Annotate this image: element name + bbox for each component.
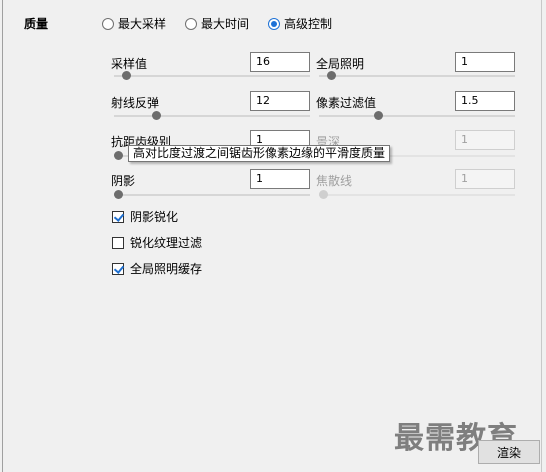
radio-max-time[interactable]: 最大时间 bbox=[185, 15, 249, 32]
slider-thumb bbox=[319, 190, 328, 199]
slider-track bbox=[114, 194, 310, 196]
checkbox-shadow-sharpen[interactable]: 阴影锐化 bbox=[112, 208, 178, 225]
global-illumination-input[interactable]: 1 bbox=[455, 52, 515, 72]
slider-track bbox=[114, 75, 310, 77]
pixel-filter-label: 像素过滤值 bbox=[316, 96, 377, 110]
ray-bounce-slider[interactable] bbox=[114, 111, 310, 121]
global-illumination-label: 全局照明 bbox=[316, 57, 365, 71]
checkbox-box[interactable] bbox=[112, 262, 124, 275]
radio-circle bbox=[268, 17, 280, 30]
checkbox-box[interactable] bbox=[112, 236, 124, 249]
checkbox-label: 全局照明缓存 bbox=[130, 262, 203, 276]
radio-label: 高级控制 bbox=[284, 17, 333, 31]
caustics-label: 焦散线 bbox=[316, 174, 353, 188]
checkbox-sharpen-texture-filter[interactable]: 锐化纹理过滤 bbox=[112, 234, 202, 251]
slider-track bbox=[319, 194, 515, 196]
slider-track bbox=[319, 75, 515, 77]
left-border bbox=[2, 0, 3, 472]
render-button[interactable]: 渲染 bbox=[478, 440, 540, 464]
caustics-slider bbox=[319, 190, 515, 200]
radio-max-samples[interactable]: 最大采样 bbox=[102, 15, 166, 32]
radio-label: 最大时间 bbox=[201, 17, 250, 31]
pixel-filter-slider[interactable] bbox=[319, 111, 515, 121]
radio-circle bbox=[185, 17, 197, 30]
ray-bounce-label: 射线反弹 bbox=[111, 96, 160, 110]
slider-thumb[interactable] bbox=[122, 71, 131, 80]
antialias-tooltip: 高对比度过渡之间锯齿形像素边缘的平滑度质量 bbox=[128, 145, 391, 162]
global-illumination-slider[interactable] bbox=[319, 71, 515, 81]
radio-advanced-control[interactable]: 高级控制 bbox=[268, 15, 332, 32]
slider-thumb[interactable] bbox=[374, 111, 383, 120]
pixel-filter-input[interactable]: 1.5 bbox=[455, 91, 515, 111]
slider-track bbox=[114, 115, 310, 117]
shadow-slider[interactable] bbox=[114, 190, 310, 200]
ray-bounce-input[interactable]: 12 bbox=[250, 91, 310, 111]
sampling-slider[interactable] bbox=[114, 71, 310, 81]
shadow-label: 阴影 bbox=[111, 174, 136, 188]
depth-of-field-input: 1 bbox=[455, 130, 515, 150]
radio-circle bbox=[102, 17, 114, 30]
slider-track bbox=[319, 115, 515, 117]
checkbox-label: 阴影锐化 bbox=[130, 210, 179, 224]
slider-thumb[interactable] bbox=[152, 111, 161, 120]
right-border bbox=[541, 0, 542, 472]
checkbox-box[interactable] bbox=[112, 210, 124, 223]
checkbox-label: 锐化纹理过滤 bbox=[130, 236, 203, 250]
slider-thumb[interactable] bbox=[114, 190, 123, 199]
quality-label: 质量 bbox=[24, 17, 49, 31]
sampling-label: 采样值 bbox=[111, 57, 148, 71]
caustics-input: 1 bbox=[455, 169, 515, 189]
checkbox-gi-cache[interactable]: 全局照明缓存 bbox=[112, 260, 202, 277]
sampling-input[interactable]: 16 bbox=[250, 52, 310, 72]
slider-thumb[interactable] bbox=[327, 71, 336, 80]
shadow-input[interactable]: 1 bbox=[250, 169, 310, 189]
slider-thumb[interactable] bbox=[114, 151, 123, 160]
radio-label: 最大采样 bbox=[118, 17, 167, 31]
